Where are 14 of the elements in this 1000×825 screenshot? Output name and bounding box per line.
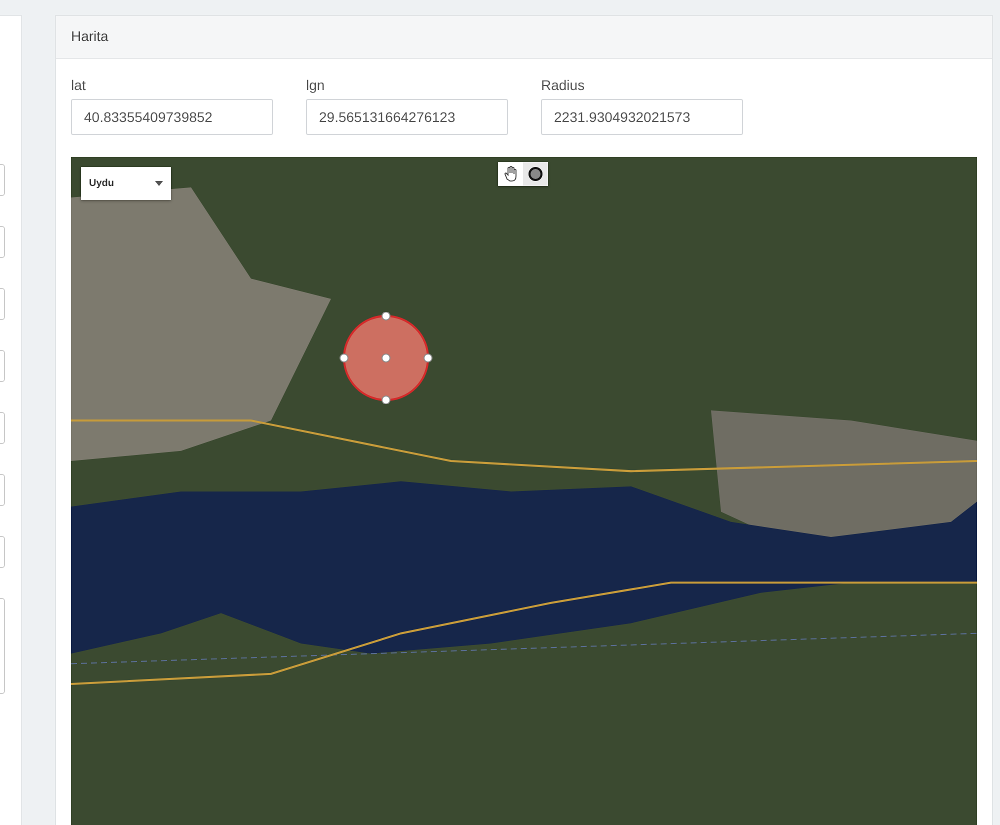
- field-label: lgn: [306, 77, 325, 93]
- map-tool-button[interactable]: [498, 162, 523, 186]
- card-title: Harita: [56, 16, 992, 59]
- field-label: Radius: [541, 77, 585, 93]
- coordinate-input[interactable]: 40.83355409739852: [71, 99, 273, 135]
- map-type-dropdown[interactable]: Uydu: [81, 167, 171, 200]
- field-label: lat: [71, 77, 86, 93]
- circle-overlay[interactable]: [339, 312, 433, 404]
- hand-icon: [502, 165, 519, 183]
- map-tool-button[interactable]: [523, 162, 548, 186]
- coordinate-input[interactable]: 2231.9304932021573: [541, 99, 743, 135]
- coordinate-input[interactable]: 29.565131664276123: [306, 99, 508, 135]
- satellite-map-drawing[interactable]: Uydu: [71, 157, 977, 825]
- circle-icon: [527, 165, 544, 183]
